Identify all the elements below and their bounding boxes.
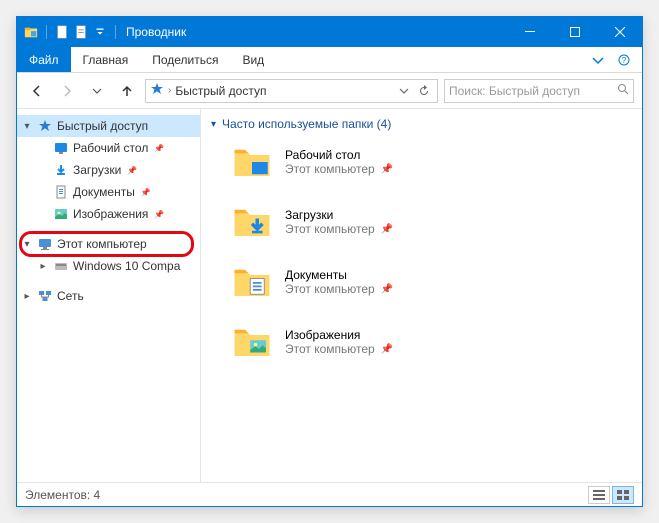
chevron-down-icon[interactable]: ▾ xyxy=(21,121,33,132)
sidebar-item-drive[interactable]: ▸ Windows 10 Compa xyxy=(17,255,200,277)
window-controls xyxy=(507,17,642,47)
navigation-sidebar: ▾ Быстрый доступ Рабочий стол 📌 xyxy=(17,109,201,482)
sidebar-item-label: Документы xyxy=(73,185,135,199)
close-button[interactable] xyxy=(597,17,642,47)
window-title: Проводник xyxy=(126,25,186,39)
main-area: ▾ Быстрый доступ Рабочий стол 📌 xyxy=(17,109,642,482)
address-location: Быстрый доступ xyxy=(175,84,266,98)
quick-access-star-icon xyxy=(150,82,164,99)
folder-downloads-icon xyxy=(231,201,273,243)
folder-item-desktop[interactable]: Рабочий стол Этот компьютер 📌 xyxy=(231,141,632,183)
chevron-down-icon[interactable]: ▾ xyxy=(21,239,33,250)
pin-icon: 📌 xyxy=(381,284,393,295)
sidebar-item-label: Рабочий стол xyxy=(73,141,148,155)
sidebar-item-label: Изображения xyxy=(73,207,148,221)
folder-location: Этот компьютер xyxy=(285,282,375,296)
address-bar[interactable]: › Быстрый доступ xyxy=(145,79,438,103)
drive-icon xyxy=(53,258,69,274)
forward-button[interactable] xyxy=(55,79,79,103)
address-dropdown-icon[interactable] xyxy=(395,82,413,100)
sidebar-quick-access[interactable]: ▾ Быстрый доступ xyxy=(17,115,200,137)
maximize-button[interactable] xyxy=(552,17,597,47)
pin-icon: 📌 xyxy=(381,344,393,355)
star-icon xyxy=(37,118,53,134)
chevron-right-icon[interactable]: ▸ xyxy=(37,261,49,272)
search-input[interactable] xyxy=(449,84,613,98)
sidebar-item-downloads[interactable]: Загрузки 📌 xyxy=(17,159,200,181)
refresh-icon[interactable] xyxy=(415,82,433,100)
chevron-right-icon[interactable]: ▸ xyxy=(21,291,33,302)
folder-name: Изображения xyxy=(285,328,393,342)
explorer-window: Проводник Файл Главная Поделиться Вид ? xyxy=(16,16,643,507)
tab-view[interactable]: Вид xyxy=(230,47,276,72)
recent-dropdown-icon[interactable] xyxy=(85,79,109,103)
address-row: › Быстрый доступ xyxy=(17,73,642,109)
status-item-count: Элементов: 4 xyxy=(25,488,100,502)
new-doc-icon[interactable] xyxy=(54,24,70,40)
ribbon-tabs: Файл Главная Поделиться Вид ? xyxy=(17,47,642,73)
pin-icon: 📌 xyxy=(381,224,393,235)
folder-location: Этот компьютер xyxy=(285,342,375,356)
tab-home[interactable]: Главная xyxy=(71,47,141,72)
explorer-icon xyxy=(23,24,39,40)
tab-share[interactable]: Поделиться xyxy=(140,47,230,72)
folder-name: Рабочий стол xyxy=(285,148,393,162)
sidebar-network[interactable]: ▸ Сеть xyxy=(17,285,200,307)
content-pane: ▾ Часто используемые папки (4) Рабочий с… xyxy=(201,109,642,482)
up-button[interactable] xyxy=(115,79,139,103)
computer-icon xyxy=(37,236,53,252)
sidebar-item-desktop[interactable]: Рабочий стол 📌 xyxy=(17,137,200,159)
pin-icon: 📌 xyxy=(141,188,151,197)
back-button[interactable] xyxy=(25,79,49,103)
qat-dropdown-icon[interactable] xyxy=(92,24,108,40)
pin-icon: 📌 xyxy=(127,166,137,175)
downloads-icon xyxy=(53,162,69,178)
svg-text:?: ? xyxy=(622,56,627,65)
folder-desktop-icon xyxy=(231,141,273,183)
pictures-icon xyxy=(53,206,69,222)
view-icons-button[interactable] xyxy=(612,486,634,504)
folder-name: Загрузки xyxy=(285,208,393,222)
titlebar: Проводник xyxy=(17,17,642,47)
folder-location: Этот компьютер xyxy=(285,162,375,176)
titlebar-quick-icons xyxy=(17,24,120,40)
section-title: Часто используемые папки (4) xyxy=(222,117,391,131)
pin-icon: 📌 xyxy=(381,164,393,175)
search-icon[interactable] xyxy=(617,83,629,98)
folder-item-pictures[interactable]: Изображения Этот компьютер 📌 xyxy=(231,321,632,363)
sidebar-item-label: Быстрый доступ xyxy=(57,119,148,133)
pin-icon: 📌 xyxy=(154,144,164,153)
folder-name: Документы xyxy=(285,268,393,282)
sidebar-this-pc[interactable]: ▾ Этот компьютер xyxy=(17,233,200,255)
chevron-down-icon[interactable]: ▾ xyxy=(211,119,216,130)
properties-icon[interactable] xyxy=(73,24,89,40)
pin-icon: 📌 xyxy=(154,210,164,219)
folder-item-documents[interactable]: Документы Этот компьютер 📌 xyxy=(231,261,632,303)
sidebar-item-pictures[interactable]: Изображения 📌 xyxy=(17,203,200,225)
folder-item-downloads[interactable]: Загрузки Этот компьютер 📌 xyxy=(231,201,632,243)
help-icon[interactable]: ? xyxy=(614,50,634,70)
sidebar-item-label: Этот компьютер xyxy=(57,237,147,251)
section-frequent-folders[interactable]: ▾ Часто используемые папки (4) xyxy=(211,117,632,131)
tab-file[interactable]: Файл xyxy=(17,47,71,72)
folder-documents-icon xyxy=(231,261,273,303)
search-box[interactable] xyxy=(444,79,634,103)
view-details-button[interactable] xyxy=(588,486,610,504)
minimize-button[interactable] xyxy=(507,17,552,47)
folder-pictures-icon xyxy=(231,321,273,363)
documents-icon xyxy=(53,184,69,200)
sidebar-item-label: Загрузки xyxy=(73,163,121,177)
sidebar-item-documents[interactable]: Документы 📌 xyxy=(17,181,200,203)
sidebar-item-label: Windows 10 Compa xyxy=(73,259,180,273)
sidebar-item-label: Сеть xyxy=(57,289,84,303)
ribbon-expand-icon[interactable] xyxy=(588,50,608,70)
breadcrumb-chevron-icon[interactable]: › xyxy=(168,85,171,96)
status-bar: Элементов: 4 xyxy=(17,482,642,506)
desktop-icon xyxy=(53,140,69,156)
network-icon xyxy=(37,288,53,304)
folder-location: Этот компьютер xyxy=(285,222,375,236)
